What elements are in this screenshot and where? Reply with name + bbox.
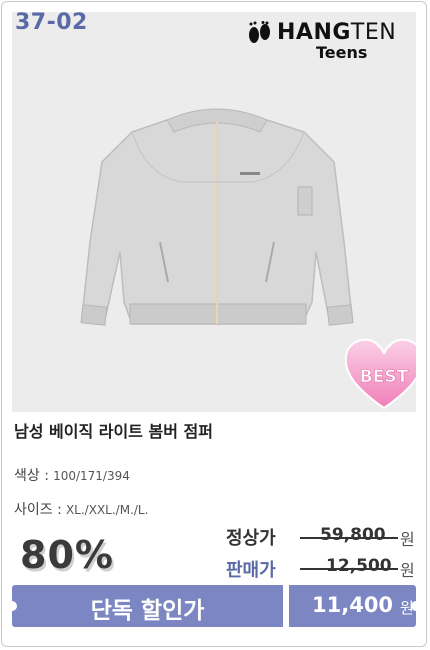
size-row: 사이즈 : XL./XXL./M./L.: [14, 499, 148, 519]
product-title[interactable]: 남성 베이직 라이트 봄버 점퍼: [14, 418, 213, 442]
promo-price-bar[interactable]: 단독 할인가 11,400 원: [7, 585, 421, 627]
bar-divider: [283, 585, 289, 627]
color-value: 100/171/394: [53, 469, 130, 483]
promo-label: 단독 할인가: [90, 598, 205, 624]
brand-logo: HANGTEN Teens: [246, 18, 411, 66]
size-value: XL./XXL./M./L.: [65, 503, 149, 517]
right-notch: [411, 601, 421, 611]
jacket-illustration: [80, 108, 354, 326]
best-heart-badge: BEST: [344, 338, 416, 410]
footprints-icon: [249, 21, 270, 43]
regular-currency: 원: [400, 530, 415, 549]
regular-price: 59,800: [320, 525, 386, 545]
product-image[interactable]: BEST: [12, 12, 416, 412]
regular-price-label: 정상가: [226, 528, 276, 549]
brand-name: HANGTEN: [277, 20, 397, 45]
final-price: 11,400: [312, 593, 394, 617]
product-code: 37-02: [15, 10, 88, 35]
color-row: 색상 : 100/171/394: [14, 465, 130, 485]
sale-price: 12,500: [326, 556, 392, 576]
sale-price-label: 판매가: [226, 560, 276, 581]
brand-sub: Teens: [316, 43, 368, 62]
size-label: 사이즈 :: [14, 502, 62, 518]
color-label: 색상 :: [14, 468, 49, 484]
discount-percent: 80%: [20, 533, 114, 577]
best-label: BEST: [360, 367, 409, 387]
sale-currency: 원: [400, 561, 415, 580]
